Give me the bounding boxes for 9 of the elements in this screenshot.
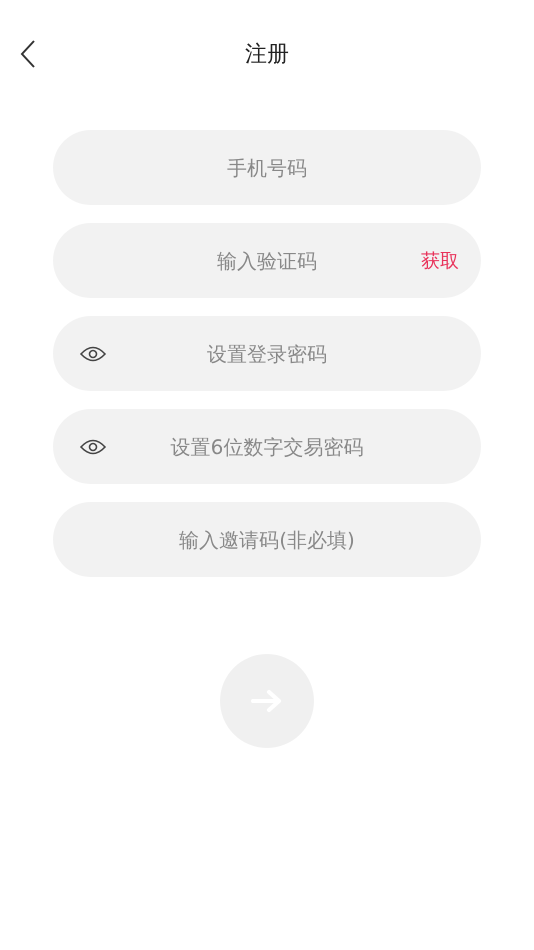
input-field[interactable]: 手机号码 <box>53 130 481 205</box>
input-field[interactable]: 输入邀请码(非必填) <box>53 502 481 577</box>
eye-icon[interactable] <box>80 438 106 454</box>
eye-icon[interactable] <box>80 346 106 362</box>
password-field[interactable]: 设置6位数字交易密码 <box>53 409 481 484</box>
password-field[interactable]: 设置登录密码 <box>53 316 481 391</box>
get-code-button[interactable]: 获取 <box>421 248 459 274</box>
back-button[interactable] <box>20 40 36 68</box>
page-title: 注册 <box>245 41 289 69</box>
